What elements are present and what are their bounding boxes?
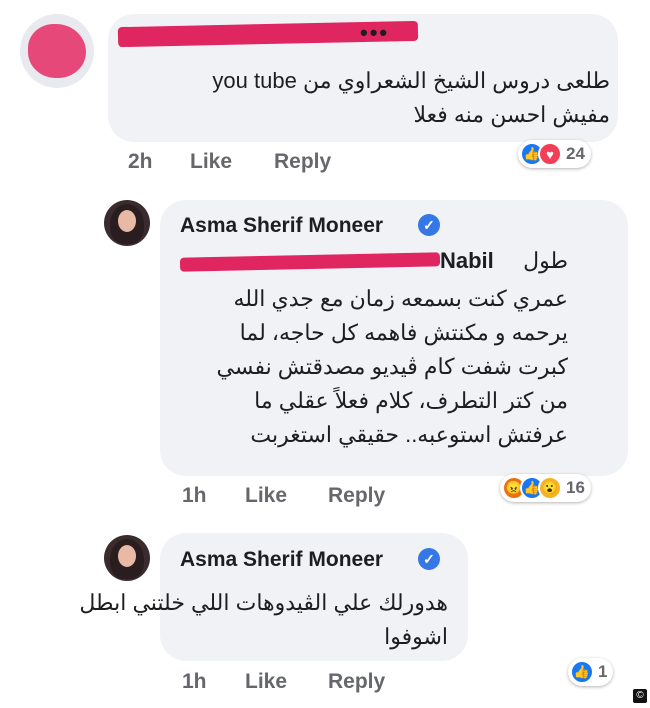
mention-prefix: طول [523,248,568,273]
copyright-watermark: © [633,689,647,703]
mention-name[interactable]: Nabil [440,244,494,278]
like-button[interactable]: Like [190,150,232,174]
avatar-face [118,210,136,232]
comment-text-line: مفيش احسن منه فعلا [413,102,611,127]
comment-text-line: اشوفوا [384,624,448,649]
author-name[interactable]: Asma Sherif Moneer [180,548,383,572]
redacted-dots: ••• [360,20,390,45]
avatar-face [118,545,136,567]
author-name[interactable]: Asma Sherif Moneer [180,214,383,238]
comment-time[interactable]: 2h [128,150,153,174]
reactions-summary[interactable]: 👍 ♥ 24 [518,140,591,168]
like-icon: 👍 [570,660,594,684]
comment-text-line: من كتر التطرف، كلام فعلاً عقلي ما [254,388,568,413]
reaction-count: 1 [598,662,608,681]
comment-text-line: يرحمه و مكنتش فاهمه كل حاجه، لما [239,320,568,345]
comment-time[interactable]: 1h [182,670,207,694]
reply-button[interactable]: Reply [328,670,385,694]
reply-button[interactable]: Reply [274,150,331,174]
reactions-summary[interactable]: 😠 👍 😮 16 [500,474,591,502]
like-button[interactable]: Like [245,670,287,694]
comment-text-line: عمري كنت بسمعه زمان مع جدي الله [233,286,569,311]
reaction-count: 16 [566,478,585,497]
verified-badge-icon: ✓ [418,214,440,236]
like-button[interactable]: Like [245,484,287,508]
comment-text-line: عرفتش استوعبه.. حقيقي استغربت [250,422,568,447]
reaction-count: 24 [566,144,585,163]
verified-badge-icon: ✓ [418,548,440,570]
wow-icon: 😮 [538,476,562,500]
comment-time[interactable]: 1h [182,484,207,508]
comment-text-line: هدورلك علي الڤيدوهات اللي خلتني ابطل [79,590,448,615]
commenter-avatar-redacted[interactable] [20,14,94,88]
reply-button[interactable]: Reply [328,484,385,508]
author-avatar[interactable] [104,200,150,246]
author-avatar[interactable] [104,535,150,581]
avatar-redaction [28,24,86,78]
reactions-summary[interactable]: 👍 1 [568,658,614,686]
comment-text-line: طلعى دروس الشيخ الشعراوي من you tube [212,68,610,93]
love-icon: ♥ [538,142,562,166]
comment-text-line: كبرت شفت كام ڤيديو مصدقتش نفسي [216,354,568,379]
